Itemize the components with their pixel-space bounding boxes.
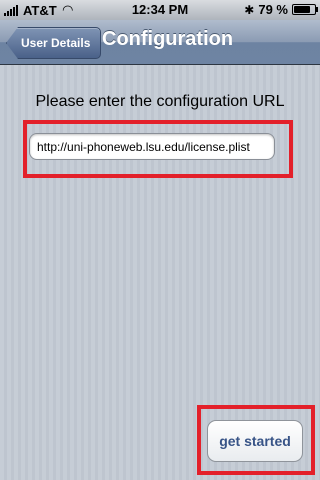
battery-icon — [292, 4, 318, 15]
configuration-url-field[interactable]: http://uni-phoneweb.lsu.edu/license.plis… — [29, 133, 275, 160]
battery-percent: 79 % — [258, 2, 288, 17]
page-title: Configuration — [102, 28, 234, 50]
navigation-bar: User Details Configuration — [0, 20, 320, 65]
status-bar: AT&T ◠ 12:34 PM ✱ 79 % — [0, 0, 320, 20]
get-started-button[interactable]: get started — [207, 420, 303, 462]
status-right: ✱ 79 % — [244, 2, 318, 17]
back-button[interactable]: User Details — [6, 27, 102, 59]
battery-fill — [294, 6, 310, 13]
url-prompt-label: Please enter the configuration URL — [35, 93, 285, 110]
bluetooth-icon: ✱ — [244, 2, 255, 17]
